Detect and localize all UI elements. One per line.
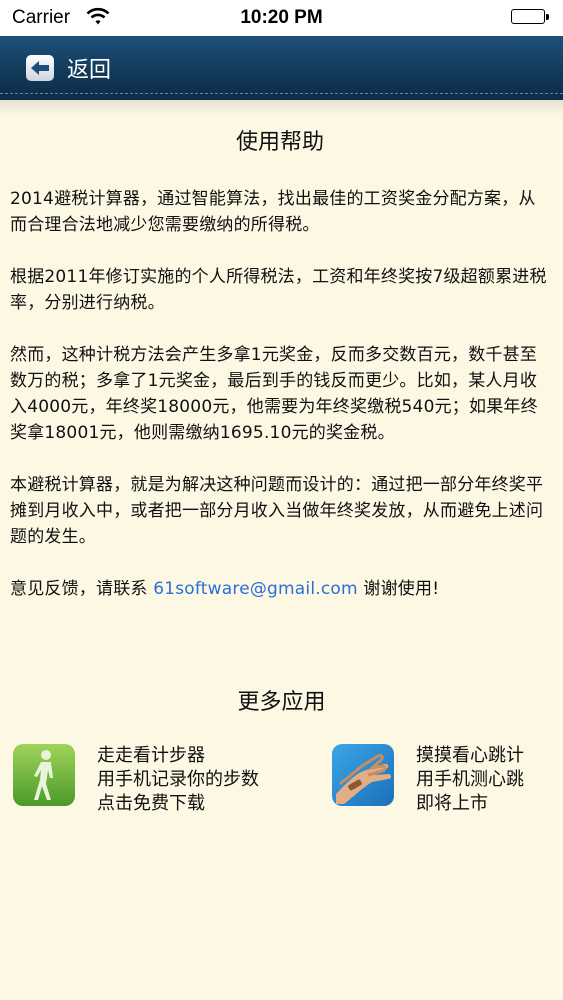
feedback-email-link[interactable]: 61software@gmail.com — [153, 579, 358, 599]
app-heartbeat[interactable]: 摸摸看心跳计 用手机测心跳 即将上市 — [332, 744, 524, 814]
app-download-link[interactable]: 点击免费下载 — [97, 792, 259, 816]
back-arrow-icon — [26, 55, 54, 81]
navigation-bar: 返回 — [0, 36, 563, 100]
help-paragraph: 本避税计算器，就是为解决这种问题而设计的：通过把一部分年终奖平摊到月收入中，或者… — [10, 475, 544, 547]
help-title: 使用帮助 — [235, 130, 324, 155]
help-paragraph: 根据2011年修订实施的个人所得税法，工资和年终奖按7级超额累进税率，分别进行纳… — [10, 267, 547, 313]
wrist-pulse-icon — [332, 744, 394, 806]
app-pedometer[interactable]: 走走看计步器 用手机记录你的步数 点击免费下载 — [13, 744, 259, 814]
more-apps-title: 更多应用 — [237, 690, 326, 715]
help-paragraph: 2014避税计算器，通过智能算法，找出最佳的工资奖金分配方案，从而合理合法地减少… — [10, 189, 536, 235]
status-bar: Carrier 10:20 PM — [0, 0, 563, 36]
battery-icon — [511, 9, 551, 26]
paper-edge — [0, 100, 563, 116]
feedback-suffix: 谢谢使用! — [357, 579, 440, 599]
app-name: 摸摸看心跳计 — [416, 745, 524, 766]
back-button-label: 返回 — [67, 58, 112, 83]
app-name: 走走看计步器 — [97, 745, 205, 766]
app-description: 用手机测心跳 — [416, 769, 524, 790]
app-description: 用手机记录你的步数 — [97, 769, 259, 790]
walking-woman-icon — [13, 744, 75, 806]
status-time: 10:20 PM — [240, 7, 323, 28]
app-heartbeat-text: 摸摸看心跳计 用手机测心跳 即将上市 — [416, 744, 524, 814]
nav-stitch-divider — [0, 93, 563, 94]
feedback-line: 意见反馈，请联系 61software@gmail.com 谢谢使用! — [10, 576, 550, 602]
app-status: 即将上市 — [416, 793, 488, 814]
help-paragraph: 然而，这种计税方法会产生多拿1元奖金，反而多交数百元，数千甚至数万的税；多拿了1… — [10, 345, 538, 443]
help-content: 使用帮助 2014避税计算器，通过智能算法，找出最佳的工资奖金分配方案，从而合理… — [10, 118, 550, 628]
app-pedometer-text: 走走看计步器 用手机记录你的步数 点击免费下载 — [97, 744, 259, 814]
feedback-prefix: 意见反馈，请联系 — [10, 579, 154, 599]
back-button[interactable]: 返回 — [26, 52, 111, 84]
